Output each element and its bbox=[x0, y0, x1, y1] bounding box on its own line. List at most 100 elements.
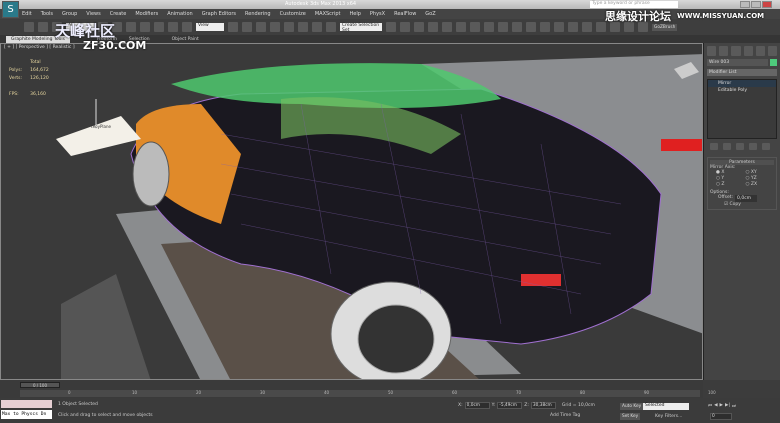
menu-animation[interactable]: Animation bbox=[167, 9, 193, 19]
rewind-icon[interactable] bbox=[568, 22, 578, 32]
y-coordinate-field[interactable]: -5,49cm bbox=[497, 402, 523, 409]
percent-snap-icon[interactable] bbox=[298, 22, 308, 32]
scale-icon[interactable] bbox=[182, 22, 192, 32]
gizmo-label: tRoyPlane bbox=[91, 124, 111, 129]
menu-help[interactable]: Help bbox=[350, 9, 361, 19]
motion-tab-icon[interactable] bbox=[743, 46, 753, 56]
playback-controls: ⏮ ◀ ▶ ▶| ⏭ bbox=[708, 403, 736, 409]
remove-modifier-icon[interactable] bbox=[749, 143, 757, 150]
menu-create[interactable]: Create bbox=[110, 9, 127, 19]
parameters-rollout: Parameters Mirror Axis: ● X ○ XY ○ Y ○ YZ … bbox=[707, 157, 777, 210]
menu-graph-editors[interactable]: Graph Editors bbox=[202, 9, 236, 19]
emitter-icon[interactable] bbox=[540, 22, 550, 32]
menu-tools[interactable]: Tools bbox=[41, 9, 53, 19]
menu-edit[interactable]: Edit bbox=[22, 9, 32, 19]
rendered-frame-icon[interactable] bbox=[498, 22, 508, 32]
menu-rendering[interactable]: Rendering bbox=[245, 9, 271, 19]
named-selection-set-dropdown[interactable]: Create Selection Set bbox=[340, 23, 382, 33]
current-frame-field[interactable]: 0 bbox=[710, 413, 732, 420]
go-to-end-icon[interactable]: ⏭ bbox=[732, 403, 736, 409]
object-color-swatch[interactable] bbox=[770, 59, 777, 66]
x-coordinate-field[interactable]: 0,0cm bbox=[464, 402, 490, 409]
object-name-field[interactable]: Wire 003 bbox=[707, 59, 768, 66]
modifier-list-dropdown[interactable]: Modifier List bbox=[707, 69, 777, 76]
maxscript-listener-input[interactable]: Max to Physcs Dn bbox=[1, 410, 52, 419]
make-unique-icon[interactable] bbox=[736, 143, 744, 150]
axis-yz-radio[interactable]: ○ YZ bbox=[746, 176, 775, 181]
menu-group[interactable]: Group bbox=[62, 9, 77, 19]
schematic-view-icon[interactable] bbox=[456, 22, 466, 32]
track-bar[interactable]: 0 10 20 30 40 50 60 70 80 90 100 bbox=[20, 390, 716, 397]
menu-goz[interactable]: GoZ bbox=[425, 9, 435, 19]
snap-icon[interactable] bbox=[270, 22, 280, 32]
offset-spinner[interactable]: 0,0cm bbox=[735, 195, 758, 202]
auto-key-button[interactable]: Auto Key bbox=[620, 403, 644, 410]
curve-editor-icon[interactable] bbox=[442, 22, 452, 32]
edit-named-sets-icon[interactable] bbox=[326, 22, 336, 32]
pin-stack-icon[interactable] bbox=[710, 143, 718, 150]
reference-coord-dropdown[interactable]: View bbox=[196, 23, 224, 31]
stack-item-editable-poly[interactable]: Editable Poly bbox=[708, 87, 776, 94]
unlink-icon[interactable] bbox=[38, 22, 48, 32]
layer-manager-icon[interactable] bbox=[414, 22, 424, 32]
render-setup-icon[interactable] bbox=[484, 22, 494, 32]
particle-icon[interactable] bbox=[554, 22, 564, 32]
manipulate-icon[interactable] bbox=[242, 22, 252, 32]
next-frame-icon[interactable]: ▶| bbox=[725, 403, 730, 409]
play-icon[interactable] bbox=[582, 22, 592, 32]
axis-y-radio[interactable]: ○ Y bbox=[716, 176, 745, 181]
key-filters-button[interactable]: Key Filters... bbox=[655, 414, 682, 419]
show-end-result-icon[interactable] bbox=[723, 143, 731, 150]
utilities-tab-icon[interactable] bbox=[767, 46, 778, 56]
perspective-viewport[interactable]: [ + ] [ Perspective ] [ Realistic ] Tota… bbox=[0, 43, 703, 380]
align-icon[interactable] bbox=[400, 22, 410, 32]
maximize-button[interactable] bbox=[751, 1, 761, 8]
menu-views[interactable]: Views bbox=[86, 9, 100, 19]
render-icon[interactable] bbox=[512, 22, 522, 32]
configure-sets-icon[interactable] bbox=[762, 143, 770, 150]
axis-x-radio[interactable]: ● X bbox=[716, 170, 745, 175]
axis-xy-radio[interactable]: ○ XY bbox=[746, 170, 775, 175]
go-to-start-icon[interactable]: ⏮ bbox=[708, 403, 712, 409]
menu-maxscript[interactable]: MAXScript bbox=[315, 9, 341, 19]
menu-physx[interactable]: PhysX bbox=[370, 9, 385, 19]
angle-snap-icon[interactable] bbox=[284, 22, 294, 32]
axis-zx-radio[interactable]: ○ ZX bbox=[746, 182, 775, 187]
z-coordinate-field[interactable]: 30,38cm bbox=[530, 402, 556, 409]
previous-frame-icon[interactable]: ◀ bbox=[714, 403, 717, 409]
stack-item-mirror[interactable]: Mirror bbox=[708, 80, 776, 87]
material-editor-icon[interactable] bbox=[470, 22, 480, 32]
menu-customize[interactable]: Customize bbox=[280, 9, 306, 19]
modify-tab-icon[interactable] bbox=[719, 46, 729, 56]
display-tab-icon[interactable] bbox=[755, 46, 765, 56]
mirror-icon[interactable] bbox=[386, 22, 396, 32]
time-slider[interactable]: 0 / 100 bbox=[20, 382, 60, 388]
menu-modifiers[interactable]: Modifiers bbox=[135, 9, 158, 19]
key-mode-dropdown[interactable]: Selected bbox=[643, 403, 689, 410]
menu-realflow[interactable]: RealFlow bbox=[394, 9, 416, 19]
play-icon[interactable]: ▶ bbox=[720, 403, 723, 409]
pivot-icon[interactable] bbox=[228, 22, 238, 32]
realflow-icon[interactable] bbox=[526, 22, 536, 32]
hierarchy-tab-icon[interactable] bbox=[731, 46, 741, 56]
link-icon[interactable] bbox=[24, 22, 34, 32]
viewport-statistics: Total Polys: 164,672 Verts: 126,120 FPS: 36… bbox=[9, 60, 49, 97]
add-time-tag-button[interactable]: Add Time Tag bbox=[550, 413, 580, 418]
maxscript-listener-output[interactable] bbox=[1, 400, 52, 408]
move-icon[interactable] bbox=[154, 22, 164, 32]
timeline-tick-label: 50 bbox=[388, 390, 394, 395]
spinner-snap-icon[interactable] bbox=[312, 22, 322, 32]
keyboard-shortcut-icon[interactable] bbox=[256, 22, 266, 32]
window-title: Autodesk 3ds Max 2013 x64 bbox=[285, 1, 357, 7]
axis-z-radio[interactable]: ○ Z bbox=[716, 182, 745, 187]
set-key-button[interactable]: Set Key bbox=[620, 413, 641, 420]
create-tab-icon[interactable] bbox=[707, 46, 717, 56]
app-logo-button[interactable]: S bbox=[2, 1, 19, 18]
minimize-button[interactable] bbox=[740, 1, 750, 8]
close-button[interactable] bbox=[762, 1, 772, 8]
search-input[interactable]: Type a keyword or phrase bbox=[590, 1, 678, 8]
gozbrush-button[interactable]: GoZBrush bbox=[652, 23, 678, 31]
copy-checkbox[interactable]: ☑ Copy bbox=[710, 202, 774, 207]
graphite-icon[interactable] bbox=[428, 22, 438, 32]
rotate-icon[interactable] bbox=[168, 22, 178, 32]
